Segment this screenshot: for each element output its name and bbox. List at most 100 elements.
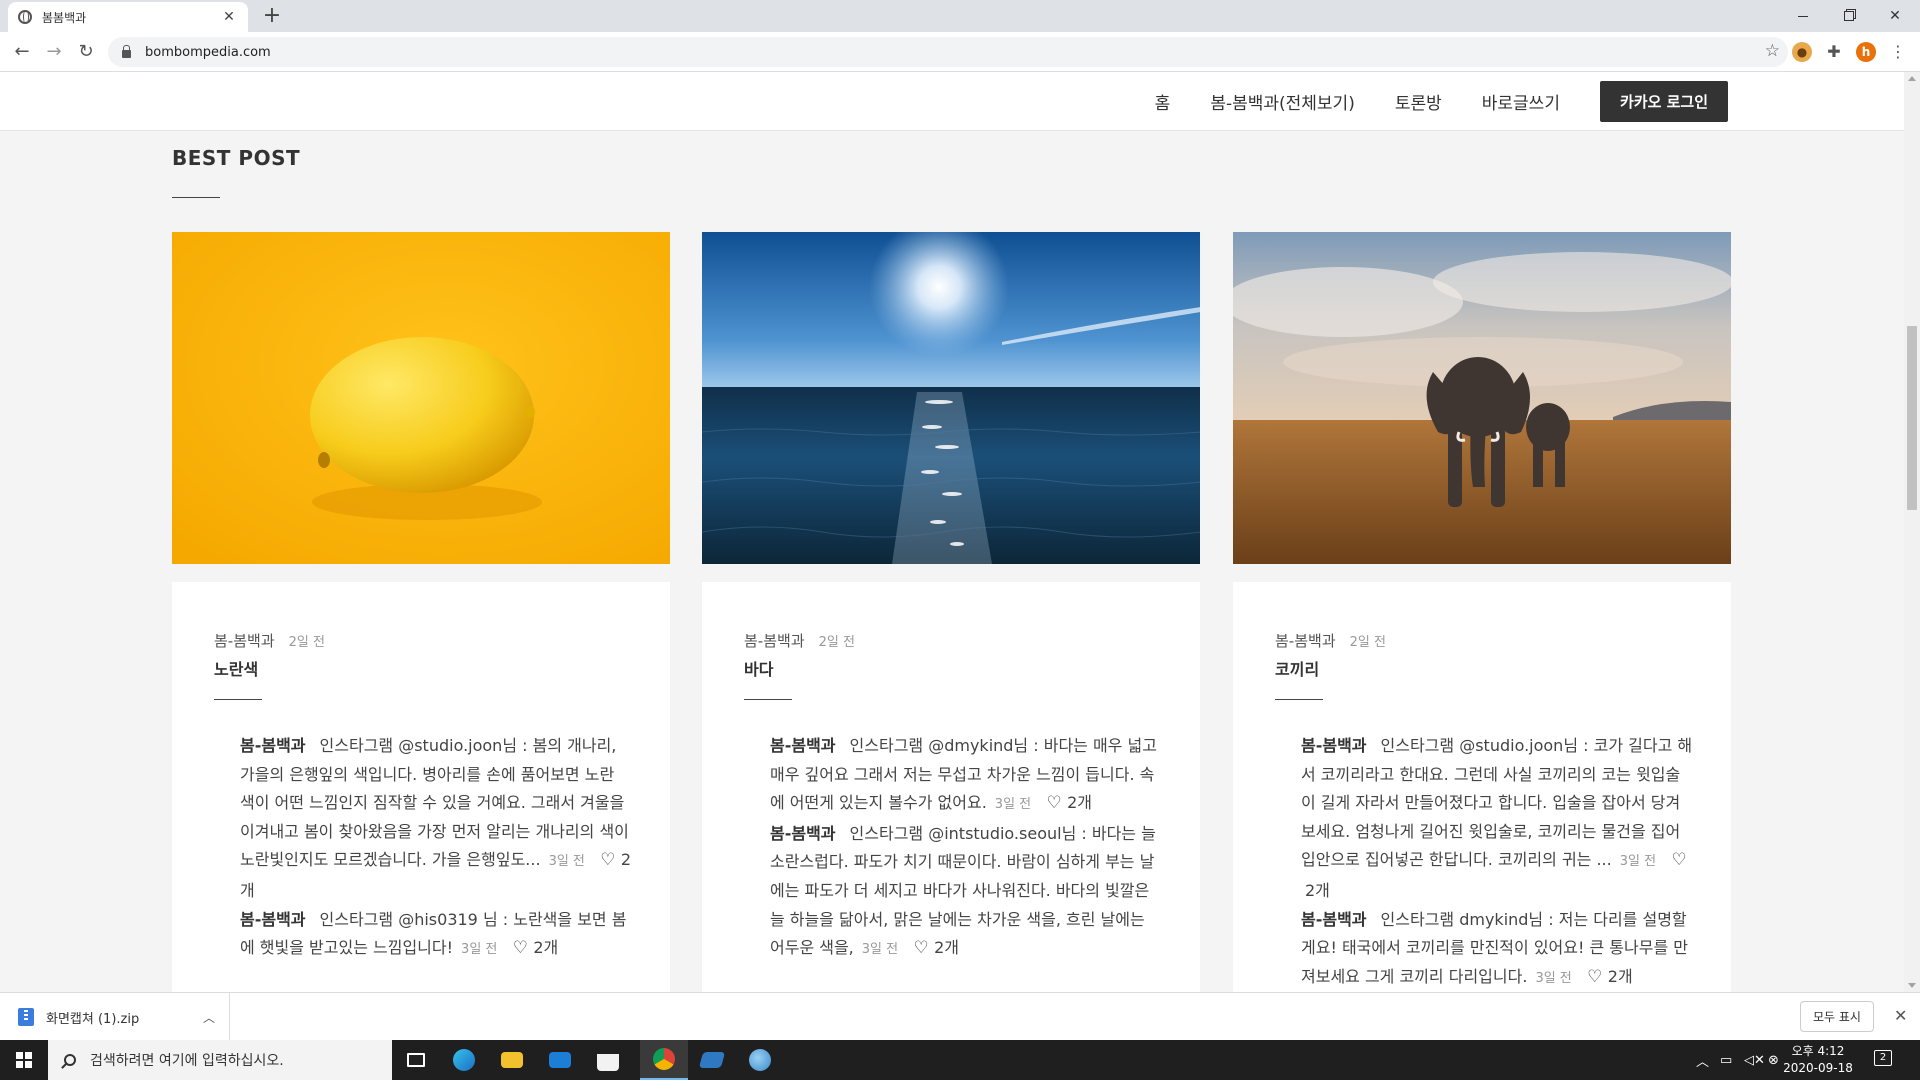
new-tab-icon[interactable]: + xyxy=(260,4,284,28)
notification-count: 2 xyxy=(1879,1052,1887,1063)
nav-write[interactable]: 바로글쓰기 xyxy=(1482,89,1560,114)
taskbar-search-placeholder[interactable]: 검색하려면 여기에 입력하십시오. xyxy=(90,1050,284,1070)
store-bag-icon xyxy=(597,1049,619,1071)
network-icon[interactable]: ▭ xyxy=(1720,1040,1732,1080)
comment-author[interactable]: 봄-봄백과 xyxy=(240,736,306,755)
section-divider xyxy=(172,197,220,198)
windows-start-button[interactable] xyxy=(0,1040,48,1080)
chevron-up-icon[interactable]: ︿ xyxy=(203,1009,215,1026)
taskbar-store[interactable] xyxy=(584,1040,632,1080)
taskbar-file-explorer[interactable] xyxy=(488,1040,536,1080)
like-count: 2개 xyxy=(1305,880,1330,900)
taskbar-chrome[interactable] xyxy=(640,1040,688,1080)
nav-discussion[interactable]: 토론방 xyxy=(1395,89,1442,114)
profile-avatar[interactable]: h xyxy=(1856,42,1876,62)
comment: 봄-봄백과 인스타그램 @studio.joon님 : 봄의 개나리, 가을의 은… xyxy=(240,732,632,906)
site-header: 홈 봄-봄백과(전체보기) 토론방 바로글쓰기 카카오 로그인 xyxy=(0,72,1904,131)
post-time: 2일 전 xyxy=(1349,635,1386,650)
post-category[interactable]: 봄-봄백과 xyxy=(1275,630,1336,651)
windows-taskbar: 검색하려면 여기에 입력하십시오. ︿ ▭ ◁✕ ⊗ 오후 4:12 2020-… xyxy=(0,1040,1920,1080)
notification-center-icon[interactable]: 2 xyxy=(1874,1050,1892,1066)
browser-tab-strip: 봄봄백과 ✕ + ✕ xyxy=(0,0,1920,32)
task-view-button[interactable] xyxy=(392,1040,440,1080)
tab-title: 봄봄백과 xyxy=(42,10,87,25)
restore-button[interactable] xyxy=(1826,0,1872,32)
post-divider xyxy=(214,699,262,700)
kebab-menu-icon[interactable]: ⋮ xyxy=(1888,42,1908,62)
post-title[interactable]: 코끼리 xyxy=(1275,656,1319,680)
taskbar-mail[interactable] xyxy=(536,1040,584,1080)
search-icon xyxy=(64,1054,76,1066)
url-text[interactable]: bombompedia.com xyxy=(145,45,271,60)
show-all-downloads-button[interactable]: 모두 표시 xyxy=(1800,1001,1874,1032)
comment: 봄-봄백과 인스타그램 dmykind님 : 저는 다리를 설명할게요! 태국에서… xyxy=(1301,906,1693,992)
comment-author[interactable]: 봄-봄백과 xyxy=(1301,910,1367,929)
reload-icon[interactable]: ↻ xyxy=(74,40,98,64)
post-title[interactable]: 바다 xyxy=(744,656,773,680)
nav-home[interactable]: 홈 xyxy=(1155,89,1171,114)
taskbar-clock[interactable]: 오후 4:12 2020-09-18 xyxy=(1778,1043,1858,1077)
post-divider xyxy=(1275,699,1323,700)
heart-icon[interactable]: ♡ xyxy=(1670,846,1688,875)
forward-arrow-icon[interactable]: → xyxy=(42,40,66,64)
cookie-extension-icon[interactable]: ● xyxy=(1792,42,1812,62)
comment-author[interactable]: 봄-봄백과 xyxy=(240,910,306,929)
page-scrollbar[interactable] xyxy=(1904,72,1920,992)
comment-time: 3일 전 xyxy=(461,942,498,958)
scroll-thumb[interactable] xyxy=(1907,326,1917,510)
scroll-up-icon[interactable] xyxy=(1908,76,1916,81)
post-image-ocean[interactable] xyxy=(702,232,1200,564)
post-time: 2일 전 xyxy=(818,635,855,650)
address-bar[interactable]: bombompedia.com ☆ xyxy=(108,37,1788,67)
globe-icon xyxy=(18,10,32,24)
comment-text: 인스타그램 @studio.joon님 : 코가 길다고 해서 코끼리라고 한대… xyxy=(1301,736,1693,870)
download-item[interactable]: 화면캡쳐 (1).zip ︿ xyxy=(0,993,230,1041)
comment: 봄-봄백과 인스타그램 @studio.joon님 : 코가 길다고 해서 코끼리… xyxy=(1301,732,1693,906)
lock-icon[interactable] xyxy=(122,45,131,58)
lemon-photo xyxy=(172,232,670,564)
volume-mute-icon[interactable]: ◁✕ xyxy=(1744,1040,1765,1080)
comment-author[interactable]: 봄-봄백과 xyxy=(1301,736,1367,755)
heart-icon[interactable]: ♡ xyxy=(1045,789,1063,818)
windows-logo-icon xyxy=(16,1052,32,1068)
taskbar-app-screen[interactable] xyxy=(688,1040,736,1080)
post-meta: 봄-봄백과 2일 전 xyxy=(744,630,855,651)
post-card-yellow: 봄-봄백과 2일 전 노란색 봄-봄백과 인스타그램 @studio.joon님 … xyxy=(172,582,670,992)
post-meta: 봄-봄백과 2일 전 xyxy=(214,630,325,651)
download-file-name[interactable]: 화면캡쳐 (1).zip xyxy=(46,1008,203,1027)
taskbar-search-box[interactable]: 검색하려면 여기에 입력하십시오. xyxy=(48,1040,392,1080)
minimize-button[interactable] xyxy=(1780,0,1826,32)
taskbar-paint[interactable] xyxy=(736,1040,784,1080)
post-image-elephant[interactable] xyxy=(1233,232,1731,564)
post-card-elephant: 봄-봄백과 2일 전 코끼리 봄-봄백과 인스타그램 @studio.joon님 … xyxy=(1233,582,1731,992)
taskbar-edge[interactable] xyxy=(440,1040,488,1080)
comment: 봄-봄백과 인스타그램 @dmykind님 : 바다는 매우 넓고 매우 깊어요 … xyxy=(770,732,1162,820)
browser-tab[interactable]: 봄봄백과 ✕ xyxy=(8,2,248,32)
heart-icon[interactable]: ♡ xyxy=(912,934,930,963)
section-title: BEST POST xyxy=(172,146,301,170)
extensions-puzzle-icon[interactable]: ✚ xyxy=(1824,42,1844,62)
elephant-photo xyxy=(1233,232,1731,564)
post-category[interactable]: 봄-봄백과 xyxy=(214,630,275,651)
close-window-button[interactable]: ✕ xyxy=(1872,0,1918,32)
post-title[interactable]: 노란색 xyxy=(214,656,258,680)
post-image-lemon[interactable] xyxy=(172,232,670,564)
post-category[interactable]: 봄-봄백과 xyxy=(744,630,805,651)
nav-all-posts[interactable]: 봄-봄백과(전체보기) xyxy=(1210,89,1355,114)
back-arrow-icon[interactable]: ← xyxy=(10,40,34,64)
heart-icon[interactable]: ♡ xyxy=(511,934,529,963)
tray-chevron-icon[interactable]: ︿ xyxy=(1696,1040,1709,1080)
like-count: 2개 xyxy=(533,938,559,958)
download-bar: 화면캡쳐 (1).zip ︿ 모두 표시 ✕ xyxy=(0,992,1920,1041)
comment-author[interactable]: 봄-봄백과 xyxy=(770,824,836,843)
heart-icon[interactable]: ♡ xyxy=(1586,963,1604,992)
heart-icon[interactable]: ♡ xyxy=(599,846,617,875)
bookmark-star-icon[interactable]: ☆ xyxy=(1765,41,1780,61)
scroll-down-icon[interactable] xyxy=(1908,983,1916,988)
close-download-bar-icon[interactable]: ✕ xyxy=(1894,1006,1907,1025)
comment-time: 3일 전 xyxy=(994,797,1032,813)
comment-author[interactable]: 봄-봄백과 xyxy=(770,736,836,755)
kakao-login-button[interactable]: 카카오 로그인 xyxy=(1599,81,1728,122)
edge-icon xyxy=(453,1049,475,1071)
close-tab-icon[interactable]: ✕ xyxy=(220,9,238,25)
